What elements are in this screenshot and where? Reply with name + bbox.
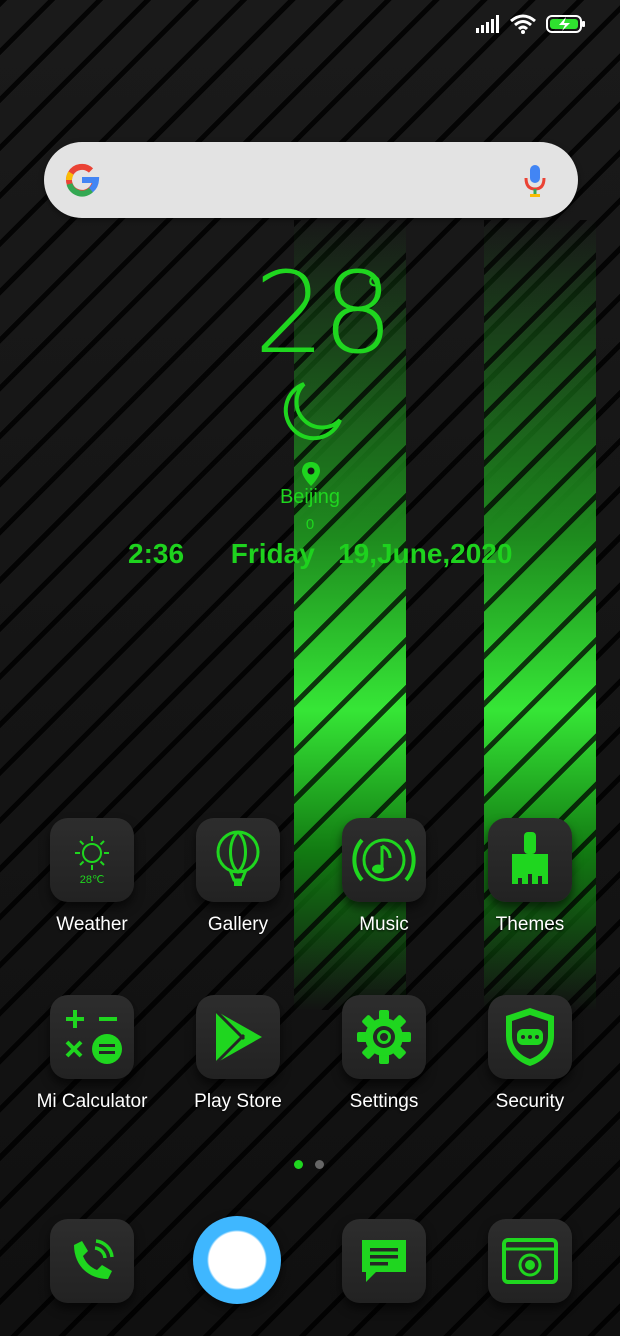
page-dot[interactable] (315, 1160, 324, 1169)
app-weather-icon-tile[interactable]: 28℃ (50, 818, 134, 902)
status-bar (476, 14, 586, 34)
app-settings-icon-tile[interactable] (342, 995, 426, 1079)
dock-messages-tile[interactable] (342, 1219, 426, 1303)
sun-icon (75, 835, 109, 870)
day-of-week: Friday (230, 538, 315, 569)
battery-charging-icon (546, 15, 585, 33)
weather-sub-value: 0 (305, 516, 315, 533)
app-themes-icon-tile[interactable] (488, 818, 572, 902)
clock-time: 2:36 (128, 538, 185, 569)
microphone-icon[interactable] (524, 164, 546, 198)
weather-city: Beijing (279, 486, 341, 508)
weather-icon-temp: 28℃ (79, 873, 105, 886)
balloon-icon (216, 830, 260, 886)
gear-icon (357, 1010, 411, 1064)
screen-recorder-icon (502, 1238, 558, 1284)
wifi-icon (510, 14, 536, 34)
play-triangle-icon (214, 1009, 262, 1065)
page-dot-active[interactable] (294, 1160, 303, 1169)
app-label-settings[interactable]: Settings (311, 1091, 457, 1113)
music-note-icon (352, 838, 416, 882)
shield-icon (506, 1008, 554, 1066)
app-label-weather[interactable]: Weather (19, 914, 165, 936)
date: 19,June,2020 (338, 538, 513, 569)
google-logo-icon (66, 163, 100, 197)
message-icon (362, 1240, 406, 1282)
app-label-mi-calculator[interactable]: Mi Calculator (19, 1091, 165, 1113)
dock-screen-recorder-tile[interactable] (488, 1219, 572, 1303)
signal-icon (476, 15, 499, 33)
calculator-icon (65, 1010, 122, 1064)
phone-icon (74, 1239, 114, 1279)
app-label-security[interactable]: Security (457, 1091, 603, 1113)
moon-icon (283, 382, 342, 441)
app-play-store-icon-tile[interactable] (196, 995, 280, 1079)
dock-phone-tile[interactable] (50, 1219, 134, 1303)
location-pin-icon (302, 462, 320, 486)
app-calculator-icon-tile[interactable] (50, 995, 134, 1079)
dock-browser-icon[interactable] (193, 1216, 281, 1304)
paint-brush-icon (512, 832, 548, 884)
google-search-bar[interactable] (44, 142, 578, 218)
app-gallery-icon-tile[interactable] (196, 818, 280, 902)
temperature-unit: ° (366, 270, 383, 310)
app-label-music[interactable]: Music (311, 914, 457, 936)
date-time-line: 2:36 Friday 19,June,2020 (128, 538, 512, 570)
app-music-icon-tile[interactable] (342, 818, 426, 902)
app-label-play-store[interactable]: Play Store (165, 1091, 311, 1113)
app-security-icon-tile[interactable] (488, 995, 572, 1079)
app-label-gallery[interactable]: Gallery (165, 914, 311, 936)
page-indicator (294, 1160, 324, 1169)
app-label-themes[interactable]: Themes (457, 914, 603, 936)
